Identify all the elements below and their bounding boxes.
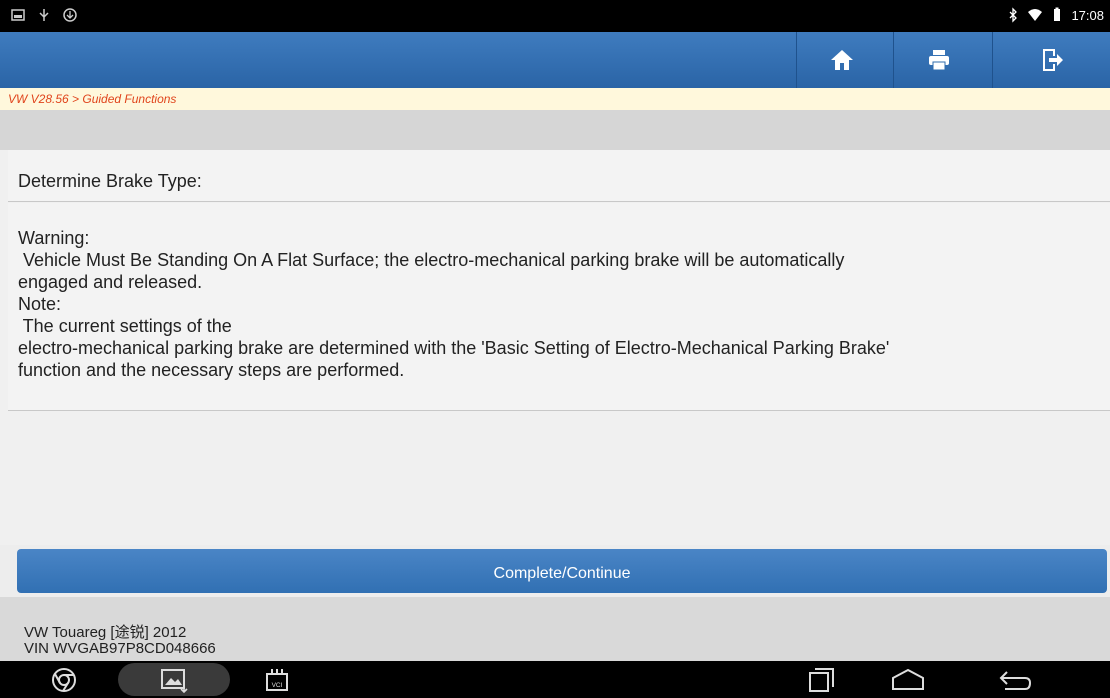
instruction-line: Vehicle Must Be Standing On A Flat Surfa…: [18, 250, 845, 270]
exit-icon: [1043, 49, 1063, 71]
usb-icon: [39, 9, 49, 21]
vehicle-name: VW Touareg [途锐] 2012: [24, 624, 187, 641]
instruction-line: Note:: [18, 294, 62, 314]
instruction-line: electro-mechanical parking brake are det…: [18, 338, 890, 358]
exit-button[interactable]: [992, 32, 1110, 88]
instruction-line: The current settings of the: [18, 316, 232, 336]
instruction-line: Warning:: [18, 228, 90, 248]
back-nav-button[interactable]: [995, 664, 1035, 696]
chrome-icon: [52, 668, 76, 692]
battery-icon: [1054, 7, 1061, 21]
complete-continue-button[interactable]: Complete/Continue: [17, 549, 1107, 593]
home-button[interactable]: [796, 32, 887, 88]
gallery-app-button[interactable]: [158, 664, 190, 696]
status-bar: 17:08: [0, 0, 1110, 32]
system-nav-bar: VCI: [0, 661, 1110, 698]
header-band: [0, 110, 1110, 150]
home-nav-button[interactable]: [888, 664, 928, 696]
home-icon: [831, 50, 853, 70]
wifi-icon: [1028, 9, 1043, 21]
top-toolbar: [0, 32, 1110, 89]
vci-label: VCI: [272, 682, 283, 689]
print-button[interactable]: [893, 32, 984, 88]
vci-icon: VCI: [266, 669, 288, 691]
breadcrumb: VW V28.56 > Guided Functions: [0, 88, 1110, 110]
vci-app-button[interactable]: VCI: [262, 664, 292, 696]
recent-apps-button[interactable]: [803, 664, 839, 696]
print-icon: [929, 50, 949, 71]
content-panel: Determine Brake Type: Warning: Vehicle M…: [0, 150, 1110, 545]
bluetooth-icon: [1009, 7, 1018, 23]
recent-apps-icon: [809, 668, 834, 692]
vin-number: VIN WVGAB97P8CD048666: [24, 640, 216, 657]
back-icon: [999, 671, 1032, 690]
chrome-app-button[interactable]: [48, 664, 80, 696]
image-icon: [11, 9, 25, 21]
gallery-icon: [161, 669, 188, 693]
download-icon: [63, 8, 77, 22]
vehicle-info-footer: VW Touareg [途锐] 2012 VIN WVGAB97P8CD0486…: [0, 597, 1110, 661]
brake-type-heading: Determine Brake Type:: [8, 150, 1110, 202]
instruction-line: function and the necessary steps are per…: [18, 360, 405, 380]
status-time: 17:08: [1071, 7, 1104, 23]
home-nav-icon: [892, 668, 924, 690]
instruction-text: Warning: Vehicle Must Be Standing On A F…: [8, 203, 1110, 411]
instruction-line: engaged and released.: [18, 272, 203, 292]
